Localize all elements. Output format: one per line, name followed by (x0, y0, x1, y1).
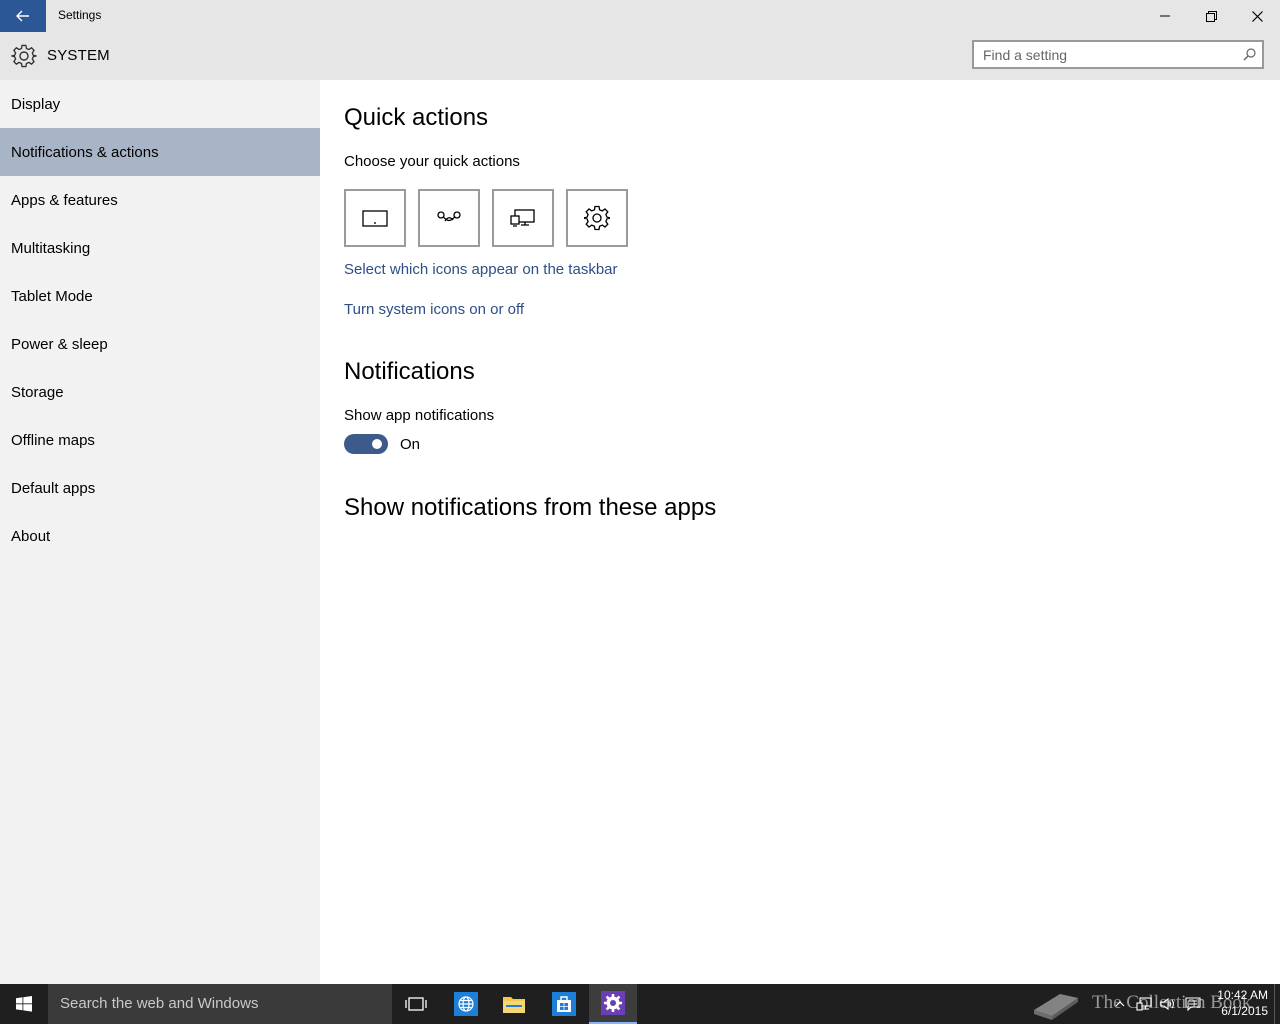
folder-icon (503, 997, 525, 1013)
volume-button[interactable] (1156, 984, 1180, 1024)
find-setting-input[interactable] (983, 42, 1233, 67)
select-taskbar-icons-link[interactable]: Select which icons appear on the taskbar (344, 261, 618, 278)
show-hidden-icons-button[interactable] (1108, 984, 1132, 1024)
sidebar-item-apps-features[interactable]: Apps & features (0, 176, 320, 224)
quick-action-project[interactable] (492, 189, 554, 247)
window-title: Settings (58, 8, 102, 22)
minimize-button[interactable] (1142, 0, 1188, 32)
chevron-up-icon (1115, 1001, 1125, 1007)
sidebar-item-label: About (11, 527, 51, 545)
taskbar: Search the web and Windows The Collectio… (0, 984, 1280, 1024)
sidebar-item-label: Power & sleep (11, 335, 108, 353)
main-content: Quick actions Choose your quick actions (320, 80, 1280, 984)
show-desktop-button[interactable] (1274, 984, 1280, 1024)
close-button[interactable] (1234, 0, 1280, 32)
sidebar-item-label: Storage (11, 383, 64, 401)
taskbar-store[interactable] (540, 984, 588, 1024)
sidebar-item-storage[interactable]: Storage (0, 368, 320, 416)
settings-gear-icon (601, 991, 625, 1015)
network-icon (1136, 997, 1152, 1011)
store-icon (552, 992, 576, 1016)
taskbar-search-placeholder: Search the web and Windows (60, 995, 259, 1012)
taskbar-settings[interactable] (589, 984, 637, 1024)
action-center-icon (1185, 997, 1201, 1011)
restore-icon (1205, 10, 1217, 22)
action-center-button[interactable] (1181, 984, 1205, 1024)
close-icon (1251, 10, 1263, 22)
project-icon (510, 209, 535, 227)
taskbar-search[interactable]: Search the web and Windows (48, 984, 392, 1024)
sidebar-item-about[interactable]: About (0, 512, 320, 560)
tablet-mode-icon (362, 210, 388, 227)
network-button[interactable] (1132, 984, 1156, 1024)
quick-action-all-settings[interactable] (566, 189, 628, 247)
apps-notifications-heading: Show notifications from these apps (344, 494, 717, 521)
task-view-button[interactable] (392, 984, 440, 1024)
sidebar-item-label: Notifications & actions (11, 143, 159, 161)
sidebar-item-default-apps[interactable]: Default apps (0, 464, 320, 512)
title-bar: Settings (0, 0, 1280, 32)
clock-time: 10:42 AM (1217, 988, 1268, 1002)
sidebar-item-multitasking[interactable]: Multitasking (0, 224, 320, 272)
find-setting-search[interactable] (972, 40, 1264, 69)
sidebar-item-label: Display (11, 95, 61, 113)
quick-action-tablet-mode[interactable] (344, 189, 406, 247)
section-title: SYSTEM (47, 47, 110, 64)
sidebar-item-label: Default apps (11, 479, 96, 497)
taskbar-file-explorer[interactable] (490, 984, 538, 1024)
clock-date: 6/1/2015 (1221, 1004, 1268, 1018)
notifications-heading: Notifications (344, 358, 475, 385)
sidebar-item-offline-maps[interactable]: Offline maps (0, 416, 320, 464)
sidebar-item-tablet-mode[interactable]: Tablet Mode (0, 272, 320, 320)
speaker-icon (1160, 997, 1175, 1011)
settings-header: SYSTEM (0, 32, 1280, 80)
minimize-icon (1160, 15, 1170, 17)
restore-button[interactable] (1188, 0, 1234, 32)
start-button[interactable] (0, 984, 48, 1024)
windows-logo-icon (16, 996, 32, 1012)
book-icon (1034, 994, 1078, 1020)
connect-icon (437, 211, 461, 222)
show-app-notifications-toggle[interactable] (344, 434, 388, 454)
sidebar-item-power-sleep[interactable]: Power & sleep (0, 320, 320, 368)
sidebar-item-label: Multitasking (11, 239, 91, 257)
toggle-state-label: On (400, 436, 421, 453)
quick-actions-subtitle: Choose your quick actions (344, 153, 520, 170)
quick-actions-heading: Quick actions (344, 104, 489, 131)
turn-system-icons-link[interactable]: Turn system icons on or off (344, 301, 524, 318)
all-settings-icon (584, 205, 610, 231)
show-app-notifications-label: Show app notifications (344, 407, 495, 424)
task-view-icon (405, 997, 427, 1011)
sidebar-item-display[interactable]: Display (0, 80, 320, 128)
toggle-knob (372, 439, 382, 449)
sidebar-item-label: Tablet Mode (11, 287, 93, 305)
browser-icon (454, 992, 478, 1016)
system-gear-icon (11, 44, 37, 68)
sidebar-item-label: Apps & features (11, 191, 118, 209)
quick-action-connect[interactable] (418, 189, 480, 247)
clock[interactable]: 10:42 AM 6/1/2015 (1212, 987, 1268, 1019)
taskbar-browser[interactable] (442, 984, 490, 1024)
search-icon[interactable] (1243, 48, 1256, 61)
sidebar-item-notifications-actions[interactable]: Notifications & actions (0, 128, 320, 176)
back-button[interactable] (0, 0, 46, 32)
back-arrow-icon (16, 10, 29, 22)
sidebar-item-label: Offline maps (11, 431, 95, 449)
sidebar: Display Notifications & actions Apps & f… (0, 80, 320, 984)
